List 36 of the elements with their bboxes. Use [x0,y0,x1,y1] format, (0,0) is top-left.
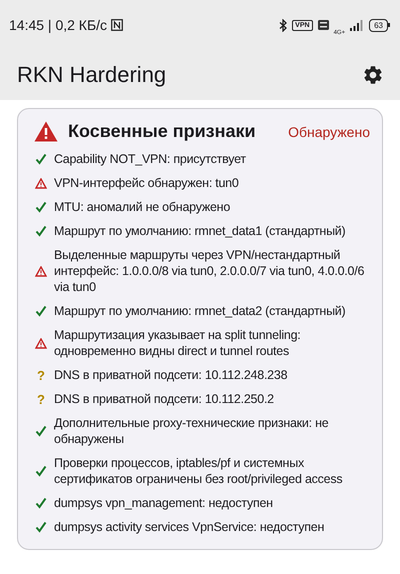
question-mark: ? [37,392,45,406]
check-result-text: Дополнительные proxy-технические признаки: не обнаружены [54,415,330,447]
check-result-text: dumpsys activity services VpnService: недоступен [54,519,324,535]
check-result-text: MTU: аномалий не обнаружено [54,199,230,215]
app-title: RKN Hardering [17,62,168,88]
check-icon [35,465,47,477]
check-result-text: Маршрут по умолчанию: rmnet_data2 (стандартный) [54,303,346,319]
check-result-text: Маршрут по умолчанию: rmnet_data1 (стандартный) [54,223,346,239]
check-icon [35,153,47,165]
warning-icon [35,338,47,348]
settings-icon[interactable] [362,64,384,86]
status-time: 14:45 | 0,2 КБ/с [9,17,108,33]
signal-icon [350,20,364,30]
check-result-text: Выделенные маршруты через VPN/нестандартный интерфейс: 1.0.0.0/8 via tun0, 2.0.0.0/7 via tun0, 4.0.0.0/6 via tun0 [54,247,366,295]
check-icon [35,225,47,237]
check-icon [35,201,47,213]
check-result-text: DNS в приватной подсети: 10.112.248.238 [54,367,288,383]
check-result-text: Проверки процессов, iptables/pf и системных сертификатов ограничены без root/privileged access [54,455,344,487]
check-result-text: DNS в приватной подсети: 10.112.250.2 [54,391,274,407]
check-icon [35,305,47,317]
battery-icon: 63 [369,18,390,32]
check-icon [35,497,47,509]
check-result-text: VPN-интерфейс обнаружен: tun0 [54,175,239,191]
status-label: Обнаружено [288,124,370,140]
warning-icon [34,121,58,142]
warning-icon [35,178,47,188]
check-result-text: dumpsys vpn_management: недоступен [54,495,273,511]
question-mark: ? [37,368,45,382]
check-icon [35,521,47,533]
check-result-text: Capability NOT_VPN: присутствует [54,151,246,167]
check-icon [35,425,47,437]
bluetooth-icon [279,18,288,32]
card-title: Косвенные признаки [68,121,257,142]
warning-icon [35,266,47,276]
nfc-icon [111,19,124,31]
check-result-text: Маршрутизация указывает на split tunneling: одновременно видны direct и tunnel routes [54,327,302,359]
